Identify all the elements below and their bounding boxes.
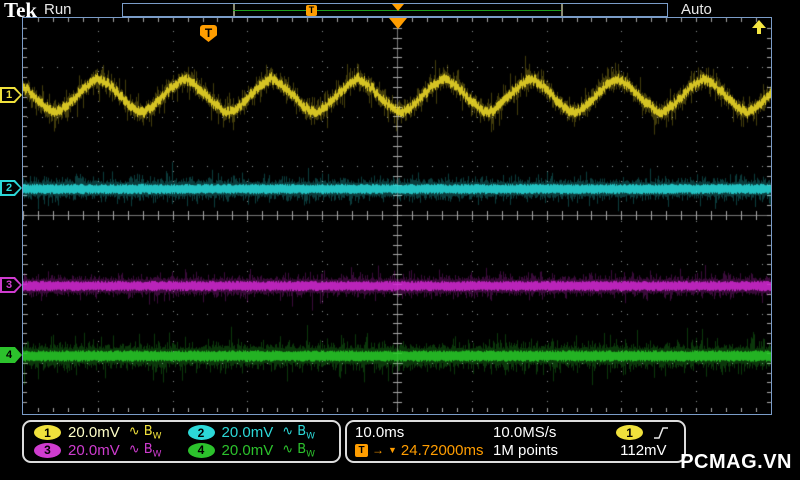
- acquisition-state: Run: [44, 1, 72, 18]
- trigger-position-readout: T → ▼ 24.72000ms: [355, 442, 493, 460]
- watermark-logo: PCMAG.VN: [680, 451, 792, 474]
- channel-2-badge[interactable]: 2: [188, 425, 215, 440]
- ac-coupling-icon: ∿ BW: [282, 442, 315, 460]
- trigger-delay-value: 24.72000ms: [401, 442, 484, 459]
- record-length-readout: 1M points: [493, 442, 602, 460]
- trigger-source-badge: 1: [616, 425, 643, 440]
- rising-edge-icon: [653, 426, 669, 440]
- channel-3-scale: 20.0mV: [68, 442, 120, 459]
- trigger-mode-status: Auto: [681, 1, 712, 18]
- trigger-level-readout: 112mV: [602, 442, 676, 460]
- trigger-t-icon: T: [355, 444, 368, 457]
- ac-coupling-icon: ∿ BW: [129, 424, 162, 442]
- channel-4-marker-label: 4: [2, 349, 20, 361]
- record-window-right-bracket: [561, 4, 563, 16]
- ac-coupling-icon: ∿ BW: [129, 442, 162, 460]
- horizontal-trigger-readout-box: 10.0ms 10.0MS/s 1 T → ▼ 24.72000ms 1M po…: [345, 420, 686, 463]
- channel-4-position-marker[interactable]: 4: [0, 347, 22, 363]
- arrow-stem: [757, 28, 761, 34]
- record-view-bar: T: [122, 3, 668, 17]
- channel-2-marker-label: 2: [2, 182, 20, 194]
- trigger-level-offscreen-arrow-icon[interactable]: [751, 20, 767, 34]
- channel-1-marker-label: 1: [2, 89, 20, 101]
- channel-4-badge[interactable]: 4: [188, 443, 215, 458]
- channel-3-position-marker[interactable]: 3: [0, 277, 22, 293]
- ac-coupling-icon: ∿ BW: [282, 424, 315, 442]
- waveform-display: [23, 18, 771, 412]
- down-triangle-icon: ▼: [388, 446, 397, 455]
- right-arrow-icon: →: [372, 444, 384, 456]
- channel-2-position-marker[interactable]: 2: [0, 180, 22, 196]
- arrow-head: [752, 20, 766, 28]
- channel-1-readout[interactable]: 1 20.0mV ∿ BW: [28, 424, 182, 442]
- bandwidth-limit-icon: BW: [144, 442, 162, 457]
- oscilloscope-screen: Tek Run Auto T T 1 2 3 4 1 20.0mV ∿ BW 2…: [0, 0, 800, 480]
- graticule: T: [22, 17, 772, 415]
- channel-2-scale: 20.0mV: [222, 424, 274, 441]
- bandwidth-limit-icon: BW: [297, 424, 315, 439]
- channel-readout-box: 1 20.0mV ∿ BW 2 20.0mV ∿ BW 3 20.0mV ∿ B…: [22, 420, 341, 463]
- channel-3-marker-label: 3: [2, 279, 20, 291]
- bandwidth-limit-icon: BW: [297, 442, 315, 457]
- channel-4-scale: 20.0mV: [222, 442, 274, 459]
- expand-point-icon: [389, 18, 407, 29]
- record-expand-point-icon: [392, 4, 404, 11]
- channel-3-readout[interactable]: 3 20.0mV ∿ BW: [28, 442, 182, 460]
- channel-2-readout[interactable]: 2 20.0mV ∿ BW: [182, 424, 336, 442]
- timebase-readout: 10.0ms: [355, 424, 493, 442]
- trigger-source-readout: 1: [602, 424, 676, 442]
- channel-1-position-marker[interactable]: 1: [0, 87, 22, 103]
- channel-1-badge[interactable]: 1: [34, 425, 61, 440]
- record-trigger-t-icon: T: [306, 5, 317, 16]
- bandwidth-limit-icon: BW: [144, 424, 162, 439]
- channel-3-badge[interactable]: 3: [34, 443, 61, 458]
- channel-1-scale: 20.0mV: [68, 424, 120, 441]
- sample-rate-readout: 10.0MS/s: [493, 424, 602, 442]
- channel-4-readout[interactable]: 4 20.0mV ∿ BW: [182, 442, 336, 460]
